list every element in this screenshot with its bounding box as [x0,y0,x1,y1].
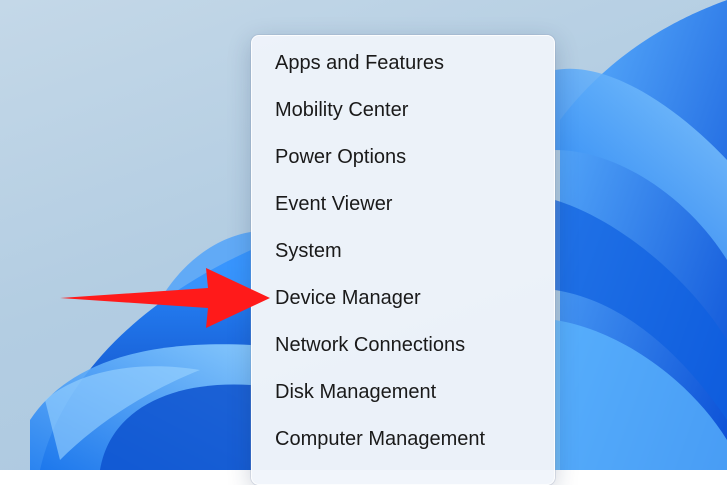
menu-item-apps-and-features[interactable]: Apps and Features [252,40,554,87]
menu-item-device-manager[interactable]: Device Manager [252,275,554,322]
menu-item-mobility-center[interactable]: Mobility Center [252,87,554,134]
menu-item-event-viewer[interactable]: Event Viewer [252,181,554,228]
winx-context-menu: Apps and Features Mobility Center Power … [251,35,555,485]
menu-item-computer-management[interactable]: Computer Management [252,416,554,463]
menu-item-disk-management[interactable]: Disk Management [252,369,554,416]
menu-item-network-connections[interactable]: Network Connections [252,322,554,369]
menu-item-system[interactable]: System [252,228,554,275]
menu-item-power-options[interactable]: Power Options [252,134,554,181]
red-arrow-annotation [60,268,270,328]
